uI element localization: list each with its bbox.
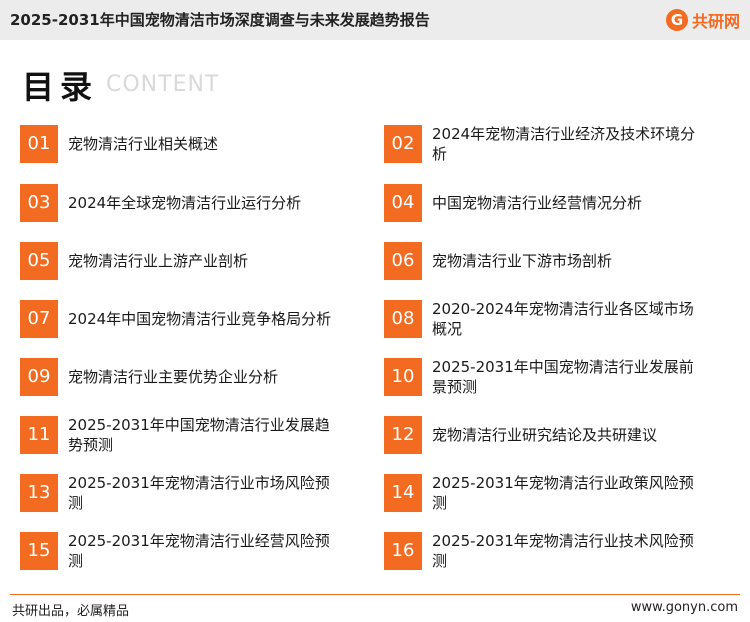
toc-item-13[interactable]: 13 2025-2031年宠物清洁行业市场风险预测 bbox=[20, 474, 338, 512]
toc-label: 2025-2031年中国宠物清洁行业发展前景预测 bbox=[432, 358, 694, 396]
toc-item-08[interactable]: 08 2020-2024年宠物清洁行业各区域市场概况 bbox=[384, 300, 702, 338]
toc-number: 11 bbox=[20, 416, 58, 454]
toc-number: 01 bbox=[20, 125, 58, 163]
toc-number: 03 bbox=[20, 184, 58, 222]
toc-subtitle: CONTENT bbox=[106, 72, 220, 97]
toc-label: 宠物清洁行业相关概述 bbox=[68, 135, 219, 153]
toc-item-15[interactable]: 15 2025-2031年宠物清洁行业经营风险预测 bbox=[20, 532, 338, 570]
report-title: 2025-2031年中国宠物清洁市场深度调查与未来发展趋势报告 bbox=[10, 11, 430, 29]
toc-item-12[interactable]: 12 宠物清洁行业研究结论及共研建议 bbox=[384, 416, 702, 454]
toc-number: 15 bbox=[20, 532, 58, 570]
toc-item-04[interactable]: 04 中国宠物清洁行业经营情况分析 bbox=[384, 184, 702, 222]
toc-item-16[interactable]: 16 2025-2031年宠物清洁行业技术风险预测 bbox=[384, 532, 702, 570]
toc-label: 2024年宠物清洁行业经济及技术环境分析 bbox=[432, 125, 696, 163]
brand-logo: G 共研网 bbox=[665, 8, 740, 32]
toc-label: 2025-2031年中国宠物清洁行业发展趋势预测 bbox=[68, 416, 330, 454]
toc-number: 02 bbox=[384, 125, 422, 163]
toc-item-01[interactable]: 01 宠物清洁行业相关概述 bbox=[20, 125, 338, 163]
toc-label: 2020-2024年宠物清洁行业各区域市场概况 bbox=[432, 300, 694, 338]
toc-item-09[interactable]: 09 宠物清洁行业主要优势企业分析 bbox=[20, 358, 338, 396]
toc-label: 2025-2031年宠物清洁行业经营风险预测 bbox=[68, 532, 330, 570]
logo-icon: G bbox=[665, 9, 688, 31]
toc-label: 宠物清洁行业主要优势企业分析 bbox=[68, 368, 279, 386]
toc-item-10[interactable]: 10 2025-2031年中国宠物清洁行业发展前景预测 bbox=[384, 358, 702, 396]
toc-label: 2025-2031年宠物清洁行业市场风险预测 bbox=[68, 474, 330, 512]
toc-item-11[interactable]: 11 2025-2031年中国宠物清洁行业发展趋势预测 bbox=[20, 416, 338, 454]
toc-title: 目录 bbox=[22, 68, 99, 106]
toc-item-02[interactable]: 02 2024年宠物清洁行业经济及技术环境分析 bbox=[384, 125, 702, 163]
toc-number: 05 bbox=[20, 242, 58, 280]
footer-slogan: 共研出品，必属精品 bbox=[12, 604, 130, 619]
logo-text: 共研网 bbox=[691, 12, 740, 31]
toc-item-06[interactable]: 06 宠物清洁行业下游市场剖析 bbox=[384, 242, 702, 280]
toc-number: 16 bbox=[384, 532, 422, 570]
toc-label: 宠物清洁行业下游市场剖析 bbox=[432, 252, 613, 270]
toc-number: 07 bbox=[20, 300, 58, 338]
toc-number: 12 bbox=[384, 416, 422, 454]
toc-label: 2025-2031年宠物清洁行业技术风险预测 bbox=[432, 532, 694, 570]
footer-divider bbox=[10, 594, 740, 595]
toc-number: 06 bbox=[384, 242, 422, 280]
toc-item-05[interactable]: 05 宠物清洁行业上游产业剖析 bbox=[20, 242, 338, 280]
report-header: 2025-2031年中国宠物清洁市场深度调查与未来发展趋势报告 G 共研网 bbox=[0, 0, 750, 40]
toc-number: 08 bbox=[384, 300, 422, 338]
toc-number: 04 bbox=[384, 184, 422, 222]
footer-url[interactable]: www.gonyn.com bbox=[631, 600, 738, 615]
toc-label: 宠物清洁行业上游产业剖析 bbox=[68, 252, 249, 270]
toc-label: 2024年全球宠物清洁行业运行分析 bbox=[68, 194, 302, 212]
toc-number: 14 bbox=[384, 474, 422, 512]
toc-number: 09 bbox=[20, 358, 58, 396]
toc-label: 宠物清洁行业研究结论及共研建议 bbox=[432, 426, 658, 444]
toc-label: 2024年中国宠物清洁行业竞争格局分析 bbox=[68, 310, 332, 328]
toc-number: 13 bbox=[20, 474, 58, 512]
toc-item-14[interactable]: 14 2025-2031年宠物清洁行业政策风险预测 bbox=[384, 474, 702, 512]
toc-label: 中国宠物清洁行业经营情况分析 bbox=[432, 194, 643, 212]
toc-item-07[interactable]: 07 2024年中国宠物清洁行业竞争格局分析 bbox=[20, 300, 338, 338]
toc-item-03[interactable]: 03 2024年全球宠物清洁行业运行分析 bbox=[20, 184, 338, 222]
toc-label: 2025-2031年宠物清洁行业政策风险预测 bbox=[432, 474, 694, 512]
toc-number: 10 bbox=[384, 358, 422, 396]
